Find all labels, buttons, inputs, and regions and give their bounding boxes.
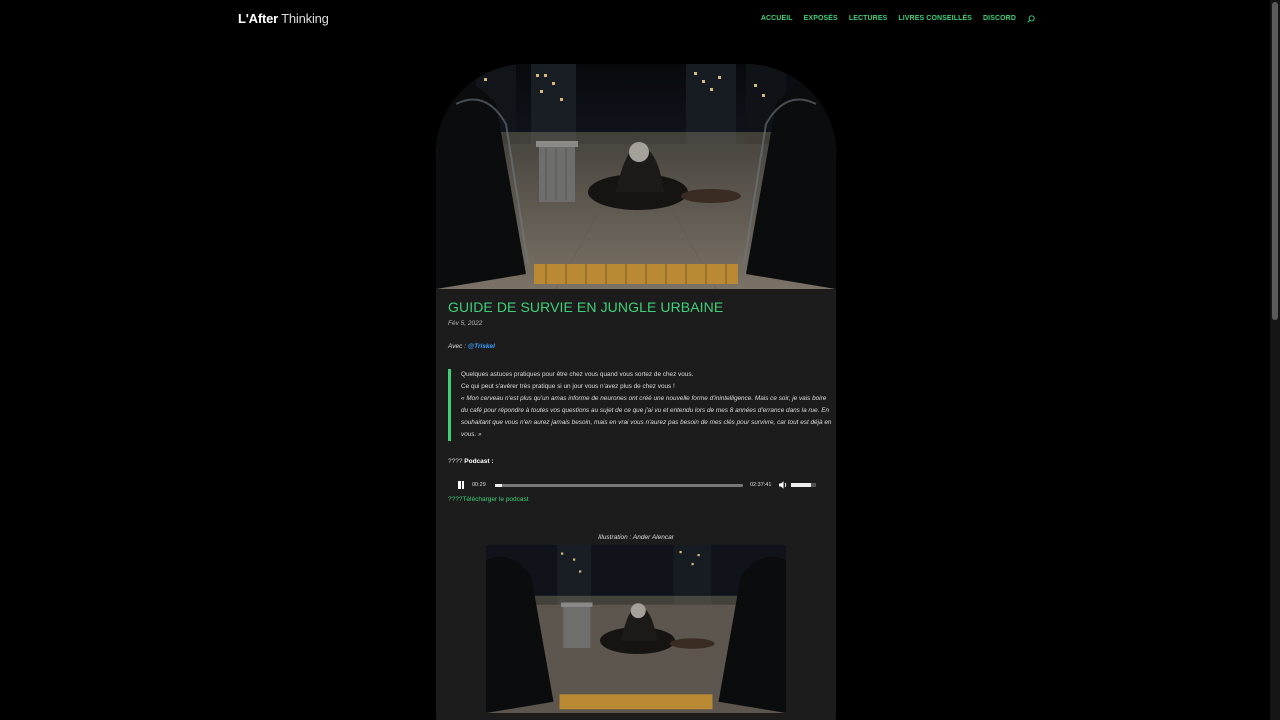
page: L'After Thinking ACCUEIL EXPOSÉS LECTURE… <box>0 0 1280 720</box>
article-date: Fév 5, 2022 <box>448 320 483 327</box>
audio-player: 00:29 02:37:41 <box>448 476 824 494</box>
podcast-prefix: ???? <box>448 458 463 465</box>
site-logo[interactable]: L'After Thinking <box>238 11 329 26</box>
volume-icon[interactable] <box>778 480 788 490</box>
article-title: GUIDE DE SURVIE EN JUNGLE URBAINE <box>448 299 724 315</box>
guest-user-link[interactable]: @Triskel <box>468 343 495 350</box>
article-card: GUIDE DE SURVIE EN JUNGLE URBAINE Fév 5,… <box>436 64 836 720</box>
download-podcast-link[interactable]: ????Télécharger le podcast <box>448 496 529 503</box>
current-time: 00:29 <box>472 482 486 488</box>
main-nav: ACCUEIL EXPOSÉS LECTURES LIVRES CONSEILL… <box>761 15 1016 22</box>
search-icon[interactable] <box>1027 15 1035 23</box>
guest-label: Avec : <box>448 343 466 350</box>
quote-line-2: Ce qui peut s'avérer très pratique si un… <box>461 383 675 390</box>
nav-discord[interactable]: DISCORD <box>983 15 1016 22</box>
nav-livres-conseilles[interactable]: LIVRES CONSEILLÉS <box>898 15 972 22</box>
volume-slider[interactable] <box>791 483 816 487</box>
total-time: 02:37:41 <box>750 482 772 488</box>
illustration-caption: Illustration : Ander Alencar <box>598 534 674 541</box>
illustration-image <box>486 545 786 713</box>
podcast-label: Podcast : <box>464 458 494 465</box>
scrollbar-thumb[interactable] <box>1272 2 1278 320</box>
hero-illustration <box>436 64 836 289</box>
nav-exposes[interactable]: EXPOSÉS <box>804 15 838 22</box>
nav-accueil[interactable]: ACCUEIL <box>761 15 793 22</box>
podcast-heading: ???? Podcast : <box>448 458 494 465</box>
pause-icon-bar-right <box>461 481 464 489</box>
guest-line: Avec : @Triskel <box>448 343 495 350</box>
logo-light: Thinking <box>281 11 329 26</box>
illustration-art <box>486 545 786 713</box>
pause-button[interactable] <box>456 480 466 490</box>
site-header: L'After Thinking ACCUEIL EXPOSÉS LECTURE… <box>0 0 1280 40</box>
page-scrollbar[interactable] <box>1270 0 1280 720</box>
nav-lectures[interactable]: LECTURES <box>849 15 888 22</box>
quote-italic: « Mon cerveau n'est plus qu'un amas info… <box>461 395 832 438</box>
logo-bold: L'After <box>238 11 278 26</box>
pause-icon-bar-left <box>458 481 461 489</box>
quote-line-1: Quelques astuces pratiques pour être che… <box>461 371 694 378</box>
progress-fill <box>495 484 503 487</box>
article-quote: Quelques astuces pratiques pour être che… <box>448 369 833 441</box>
hero-image <box>436 64 836 289</box>
volume-fill <box>791 483 811 487</box>
progress-slider[interactable] <box>495 484 743 487</box>
